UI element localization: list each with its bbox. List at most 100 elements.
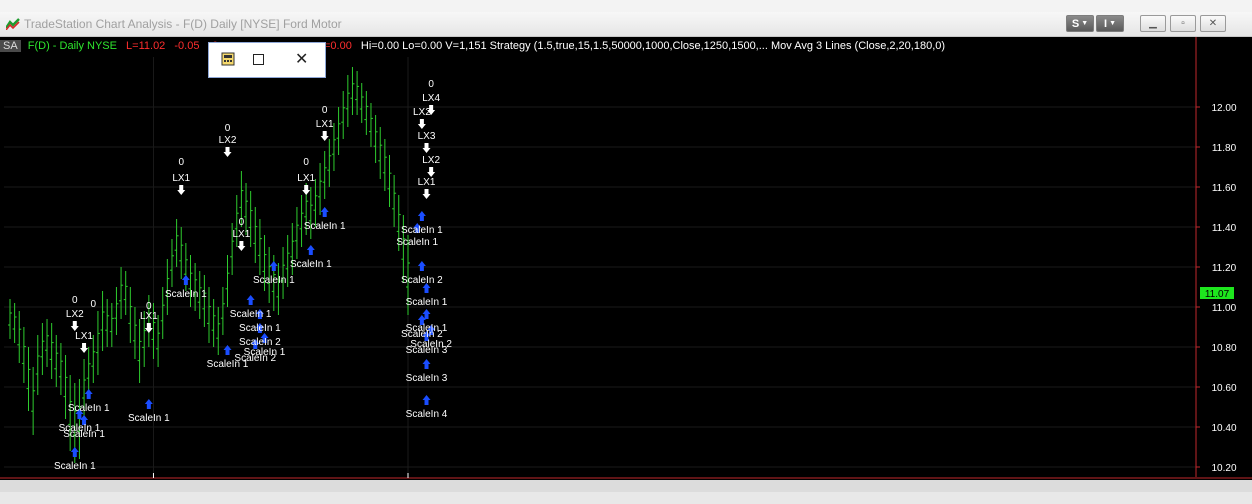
change-label: -0.05 [174, 40, 200, 52]
trade-label: LX2 [219, 135, 237, 146]
trade-label: ScaleIn 4 [406, 409, 448, 420]
floating-toolbar-window[interactable]: ✕ [208, 42, 326, 78]
maximize-button[interactable]: ▫ [1170, 15, 1196, 32]
price-bar [137, 319, 142, 383]
last-price-label: L=11.02 [126, 40, 166, 52]
trade-label: ScaleIn 1 [63, 429, 105, 440]
price-bar [350, 67, 355, 115]
price-chart[interactable]: 0LX20LX10LX10LX10LX20LX10LX10LX10LX4LX2L… [0, 37, 1252, 480]
price-bar [378, 127, 383, 179]
price-bar [207, 287, 211, 343]
entry-arrow-icon [306, 245, 315, 255]
price-bar [40, 323, 45, 375]
entry-arrow-icon [70, 447, 79, 457]
trade-label: LX2 [66, 309, 84, 320]
price-bar [193, 263, 198, 311]
price-bar [123, 271, 128, 315]
price-axis: 10.20 10.40 10.60 10.80 11.00 11.20 11.40 11.60… [0, 37, 1252, 479]
entry-arrow-icon [144, 399, 153, 409]
price-bar [105, 299, 110, 347]
price-bar [132, 307, 137, 359]
price-bar [220, 287, 225, 335]
title-bar[interactable]: TradeStation Chart Analysis - F(D) Daily… [0, 12, 1252, 37]
trade-label: 0 [303, 157, 309, 168]
exit-arrow-icon [144, 323, 153, 333]
entry-arrow-icon [269, 261, 278, 271]
indicator-i-button[interactable]: I ▼ [1096, 15, 1124, 32]
price-bar [345, 75, 350, 127]
exit-arrow-icon [422, 143, 431, 153]
price-bar [114, 287, 119, 335]
trade-annotations: 0LX20LX10LX10LX10LX20LX10LX10LX10LX4LX2L… [54, 79, 452, 472]
sa-badge[interactable]: SA [0, 40, 21, 52]
trade-label: 0 [72, 295, 78, 306]
y-tick-label: 10.40 [1211, 423, 1236, 434]
minimize-button[interactable]: ▁ [1140, 15, 1166, 32]
trade-label: ScaleIn 1 [128, 413, 170, 424]
entry-arrow-icon [246, 295, 255, 305]
status-details: Hi=0.00 Lo=0.00 V=1,151 Strategy (1.5,tr… [360, 40, 946, 52]
trade-label: ScaleIn 1 [230, 309, 272, 320]
price-bar [225, 255, 230, 307]
price-bar [355, 71, 360, 115]
price-bar [156, 315, 161, 367]
price-bar [174, 219, 179, 267]
price-bar [359, 83, 364, 123]
open-tail-label: =0.00 [324, 40, 352, 52]
trade-label: LX1 [316, 119, 334, 130]
calculator-icon[interactable] [221, 52, 235, 66]
exit-arrow-icon [80, 343, 89, 353]
price-bar [26, 347, 31, 411]
entry-arrow-icon [422, 359, 431, 369]
trade-label: 0 [91, 299, 97, 310]
trade-label: ScaleIn 1 [253, 275, 295, 286]
last-price-label: 11.07 [1205, 289, 1230, 300]
tradestation-logo-icon [6, 18, 20, 30]
minimize-icon: ▁ [1149, 18, 1157, 29]
price-bar [327, 139, 332, 187]
y-tick-label: 11.20 [1212, 263, 1237, 274]
exit-arrow-icon [427, 167, 436, 177]
s-button-label: S [1071, 17, 1080, 30]
price-bar [179, 227, 184, 279]
strategy-s-button[interactable]: S ▼ [1066, 15, 1094, 32]
exit-arrow-icon [320, 131, 329, 141]
exit-arrow-icon [237, 241, 246, 251]
trade-label: LX1 [75, 331, 93, 342]
y-tick-label: 10.80 [1211, 343, 1236, 354]
exit-arrow-icon [422, 189, 431, 199]
close-button[interactable]: ✕ [1200, 15, 1226, 32]
trade-label: 0 [239, 217, 245, 228]
exit-arrow-icon [223, 147, 232, 157]
y-tick-label: 12.00 [1211, 103, 1236, 114]
y-tick-label: 11.00 [1212, 303, 1237, 314]
trade-label: LX1 [172, 173, 190, 184]
price-bar [169, 239, 174, 287]
y-tick-label: 11.80 [1212, 143, 1237, 154]
close-icon: ✕ [1208, 18, 1218, 29]
trade-label: LX4 [422, 93, 440, 104]
grid-lines [4, 57, 1196, 477]
price-bar [341, 91, 346, 139]
maximize-icon[interactable] [253, 54, 264, 65]
price-bar [12, 303, 17, 343]
trade-label: ScaleIn 1 [54, 461, 96, 472]
price-bar [253, 207, 258, 263]
entry-arrow-icon [181, 275, 190, 285]
close-icon[interactable]: ✕ [295, 49, 308, 69]
price-bar [281, 247, 286, 299]
price-bar [368, 103, 373, 147]
symbol-label: F(D) - Daily NYSE [27, 40, 117, 52]
chart-area[interactable]: 0 LX2 0 LX1 0 LX1 0 LX1 0 LX2 0 LX1 0 LX1 0 LX1 0 LX4 LX2 L… [0, 37, 1252, 480]
price-bar [31, 367, 36, 435]
entry-arrow-icon [422, 395, 431, 405]
trade-label: ScaleIn 1 [239, 323, 281, 334]
price-bar [86, 347, 91, 395]
trade-label: ScaleIn 1 [406, 297, 448, 308]
entry-arrow-icon [417, 261, 426, 271]
price-bar [95, 311, 100, 375]
price-bar [387, 155, 392, 207]
y-tick-label: 11.40 [1212, 223, 1237, 234]
trade-label: LX1 [140, 311, 158, 322]
entry-arrow-icon [320, 207, 329, 217]
